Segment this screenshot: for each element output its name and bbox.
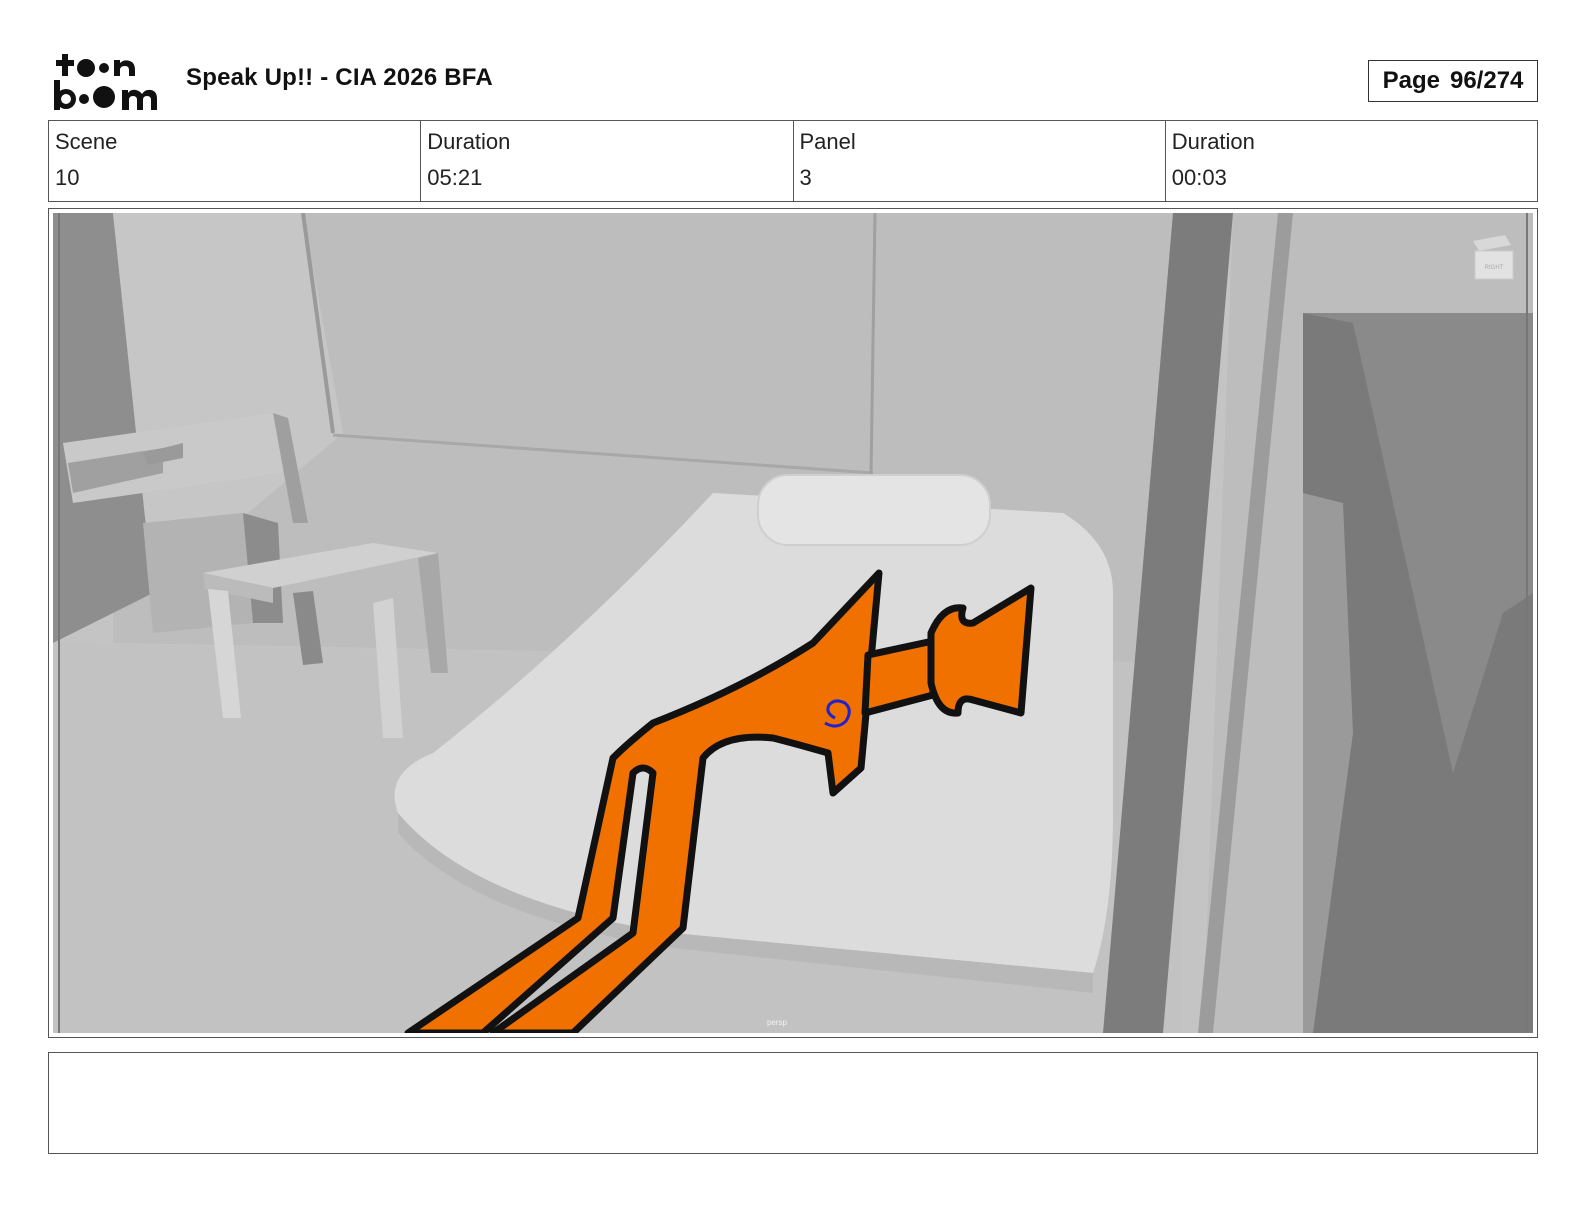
panel-duration-cell: Duration 00:03: [1166, 121, 1537, 201]
scene-cell: Scene 10: [49, 121, 422, 201]
panel-image: RIGHT persp: [53, 213, 1533, 1033]
pillow: [757, 474, 991, 546]
panel-value: 3: [799, 165, 812, 190]
panel-duration-value: 00:03: [1171, 165, 1227, 190]
scene-label: Scene: [55, 129, 118, 154]
scene-value: 10: [55, 165, 80, 190]
panel-cell: Panel 3: [794, 121, 1166, 201]
panel-label: Panel: [799, 129, 856, 154]
storyboard-panel: RIGHT persp: [48, 208, 1538, 1038]
scene-duration-label: Duration: [427, 129, 511, 154]
notes-box: [48, 1052, 1538, 1154]
panel-duration-label: Duration: [1171, 129, 1255, 154]
scene-info-table: Scene 10 Duration 05:21 Panel 3 Duration…: [48, 120, 1538, 202]
scene-duration-cell: Duration 05:21: [421, 121, 794, 201]
toon-boom-logo: [54, 54, 157, 110]
orientation-cube: RIGHT: [1473, 235, 1514, 280]
scene-duration-value: 05:21: [427, 165, 483, 190]
project-title: Speak Up!! - CIA 2026 BFA: [186, 64, 493, 91]
page-label: Page: [1382, 67, 1440, 94]
page-indicator: Page 96/274: [1368, 60, 1538, 102]
page-number: 96/274: [1449, 67, 1524, 94]
viewport-label: persp: [767, 1018, 788, 1027]
orientation-cube-label: RIGHT: [1485, 265, 1504, 271]
